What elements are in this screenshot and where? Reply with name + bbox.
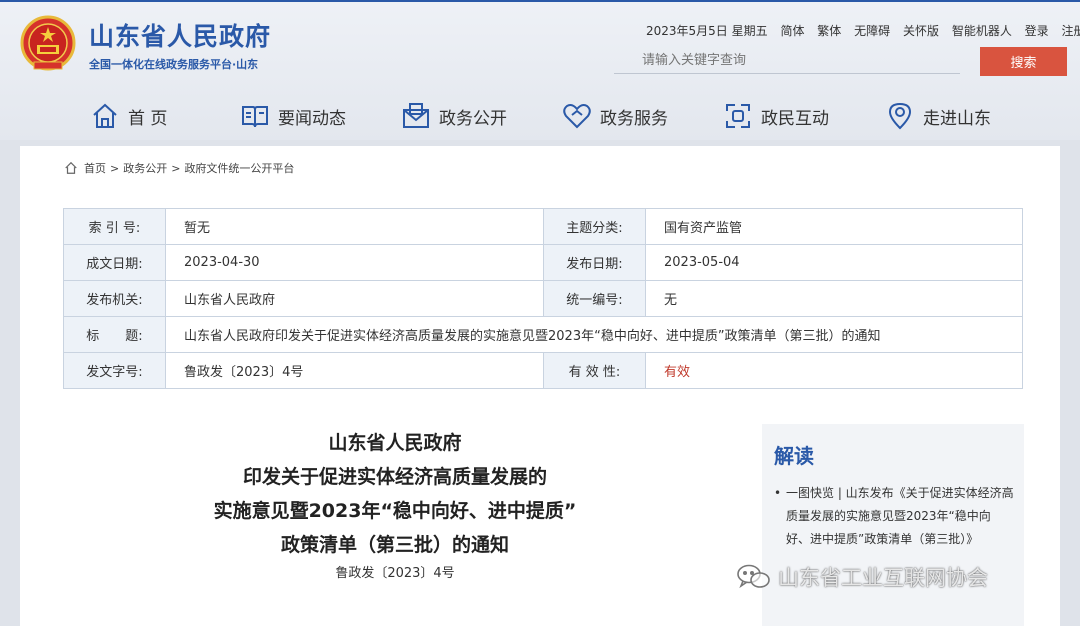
interpretation-title: 解读 xyxy=(774,444,814,468)
link-login[interactable]: 登录 xyxy=(1025,24,1049,38)
wechat-icon xyxy=(737,564,770,589)
breadcrumb-separator: > xyxy=(171,161,181,175)
table-row: 发文字号: 鲁政发〔2023〕4号 有 效 性: 有效 xyxy=(63,352,1023,389)
link-robot[interactable]: 智能机器人 xyxy=(952,24,1012,38)
nav-shandong-label: 走进山东 xyxy=(923,108,991,129)
link-accessibility[interactable]: 无障碍 xyxy=(854,24,890,38)
link-register[interactable]: 注册 xyxy=(1062,24,1080,38)
home-icon xyxy=(93,103,117,128)
link-elder-care[interactable]: 关怀版 xyxy=(903,24,939,38)
site-header: 山东省人民政府 全国一体化在线政务服务平台·山东 2023年5月5日 星期五 简… xyxy=(0,0,1080,140)
created-label: 成文日期: xyxy=(63,244,166,281)
created-value: 2023-04-30 xyxy=(165,244,544,281)
table-row: 索 引 号: 暂无 主题分类: 国有资产监管 xyxy=(63,208,1023,245)
nav-gov-service[interactable]: 政务服务 xyxy=(562,96,668,136)
index-label: 索 引 号: xyxy=(63,208,166,245)
docno-value: 鲁政发〔2023〕4号 xyxy=(165,352,544,389)
interaction-icon xyxy=(726,104,750,128)
site-name[interactable]: 山东省人民政府 xyxy=(89,17,271,53)
document-title-line: 山东省人民政府 xyxy=(328,432,462,454)
site-subtitle[interactable]: 全国一体化在线政务服务平台·山东 xyxy=(89,56,258,72)
nav-gov-service-label: 政务服务 xyxy=(600,108,668,129)
published-value: 2023-05-04 xyxy=(645,244,1023,281)
docno-label: 发文字号: xyxy=(63,352,166,389)
validity-value: 有效 xyxy=(645,352,1023,389)
nav-interaction[interactable]: 政民互动 xyxy=(723,96,829,136)
top-links: 2023年5月5日 星期五 简体 繁体 无障碍 关怀版 智能机器人 登录 注册 xyxy=(646,22,1080,39)
serial-value: 无 xyxy=(645,280,1023,317)
validity-label: 有 效 性: xyxy=(543,352,646,389)
book-icon xyxy=(242,106,268,128)
current-date: 2023年5月5日 星期五 xyxy=(646,24,768,38)
link-traditional[interactable]: 繁体 xyxy=(817,24,841,38)
index-value: 暂无 xyxy=(165,208,544,245)
published-label: 发布日期: xyxy=(543,244,646,281)
search-button[interactable]: 搜索 xyxy=(980,47,1067,76)
document-number: 鲁政发〔2023〕4号 xyxy=(335,566,455,581)
issuer-label: 发布机关: xyxy=(63,280,166,317)
topic-value: 国有资产监管 xyxy=(645,208,1023,245)
watermark: 山东省工业互联网协会 xyxy=(736,562,988,592)
document-title-line: 政策清单（第三批）的通知 xyxy=(280,534,509,556)
main-nav: 首 页 要闻动态 政务公开 政务服务 政民互动 走进山东 xyxy=(0,96,1080,136)
nav-news[interactable]: 要闻动态 xyxy=(240,96,346,136)
nav-home-label: 首 页 xyxy=(128,108,168,129)
home-icon xyxy=(65,161,77,174)
document-title-line: 实施意见暨2023年“稳中向好、进中提质” xyxy=(213,500,577,522)
title-label: 标 题: xyxy=(63,316,166,353)
nav-shandong[interactable]: 走进山东 xyxy=(885,96,991,136)
table-row: 标 题: 山东省人民政府印发关于促进实体经济高质量发展的实施意见暨2023年“稳… xyxy=(63,316,1023,353)
link-simplified[interactable]: 简体 xyxy=(780,24,804,38)
nav-news-label: 要闻动态 xyxy=(278,108,346,129)
nav-interaction-label: 政民互动 xyxy=(761,108,829,129)
search-input[interactable] xyxy=(614,48,960,74)
nav-gov-open-label: 政务公开 xyxy=(439,108,507,129)
breadcrumb-home[interactable]: 首页 xyxy=(84,160,106,176)
serial-label: 统一编号: xyxy=(543,280,646,317)
location-icon xyxy=(888,102,912,130)
content-card: 首页 > 政务公开 > 政府文件统一公开平台 索 引 号: 暂无 主题分类: 国… xyxy=(20,146,1060,626)
document-title-line: 印发关于促进实体经济高质量发展的 xyxy=(242,466,547,488)
topic-label: 主题分类: xyxy=(543,208,646,245)
watermark-text: 山东省工业互联网协会 xyxy=(778,566,988,590)
document-meta-table: 索 引 号: 暂无 主题分类: 国有资产监管 成文日期: 2023-04-30 … xyxy=(63,208,1023,389)
interpretation-link[interactable]: 一图快览 | 山东发布《关于促进实体经济高质量发展的实施意见暨2023年“稳中向… xyxy=(774,482,1014,551)
envelope-icon xyxy=(403,103,429,128)
title-value: 山东省人民政府印发关于促进实体经济高质量发展的实施意见暨2023年“稳中向好、进… xyxy=(165,316,1023,353)
nav-home[interactable]: 首 页 xyxy=(90,96,167,136)
breadcrumb: 首页 > 政务公开 > 政府文件统一公开平台 xyxy=(64,160,294,176)
nav-gov-open[interactable]: 政务公开 xyxy=(401,96,507,136)
national-emblem-icon[interactable] xyxy=(20,15,76,73)
breadcrumb-platform[interactable]: 政府文件统一公开平台 xyxy=(184,160,294,176)
breadcrumb-separator: > xyxy=(110,161,120,175)
table-row: 发布机关: 山东省人民政府 统一编号: 无 xyxy=(63,280,1023,317)
heart-icon xyxy=(563,104,591,129)
interpretation-panel: 解读 一图快览 | 山东发布《关于促进实体经济高质量发展的实施意见暨2023年“… xyxy=(762,424,1024,626)
document-title: 山东省人民政府 印发关于促进实体经济高质量发展的 实施意见暨2023年“稳中向好… xyxy=(160,426,630,562)
breadcrumb-gov-open[interactable]: 政务公开 xyxy=(123,160,167,176)
table-row: 成文日期: 2023-04-30 发布日期: 2023-05-04 xyxy=(63,244,1023,281)
issuer-value: 山东省人民政府 xyxy=(165,280,544,317)
